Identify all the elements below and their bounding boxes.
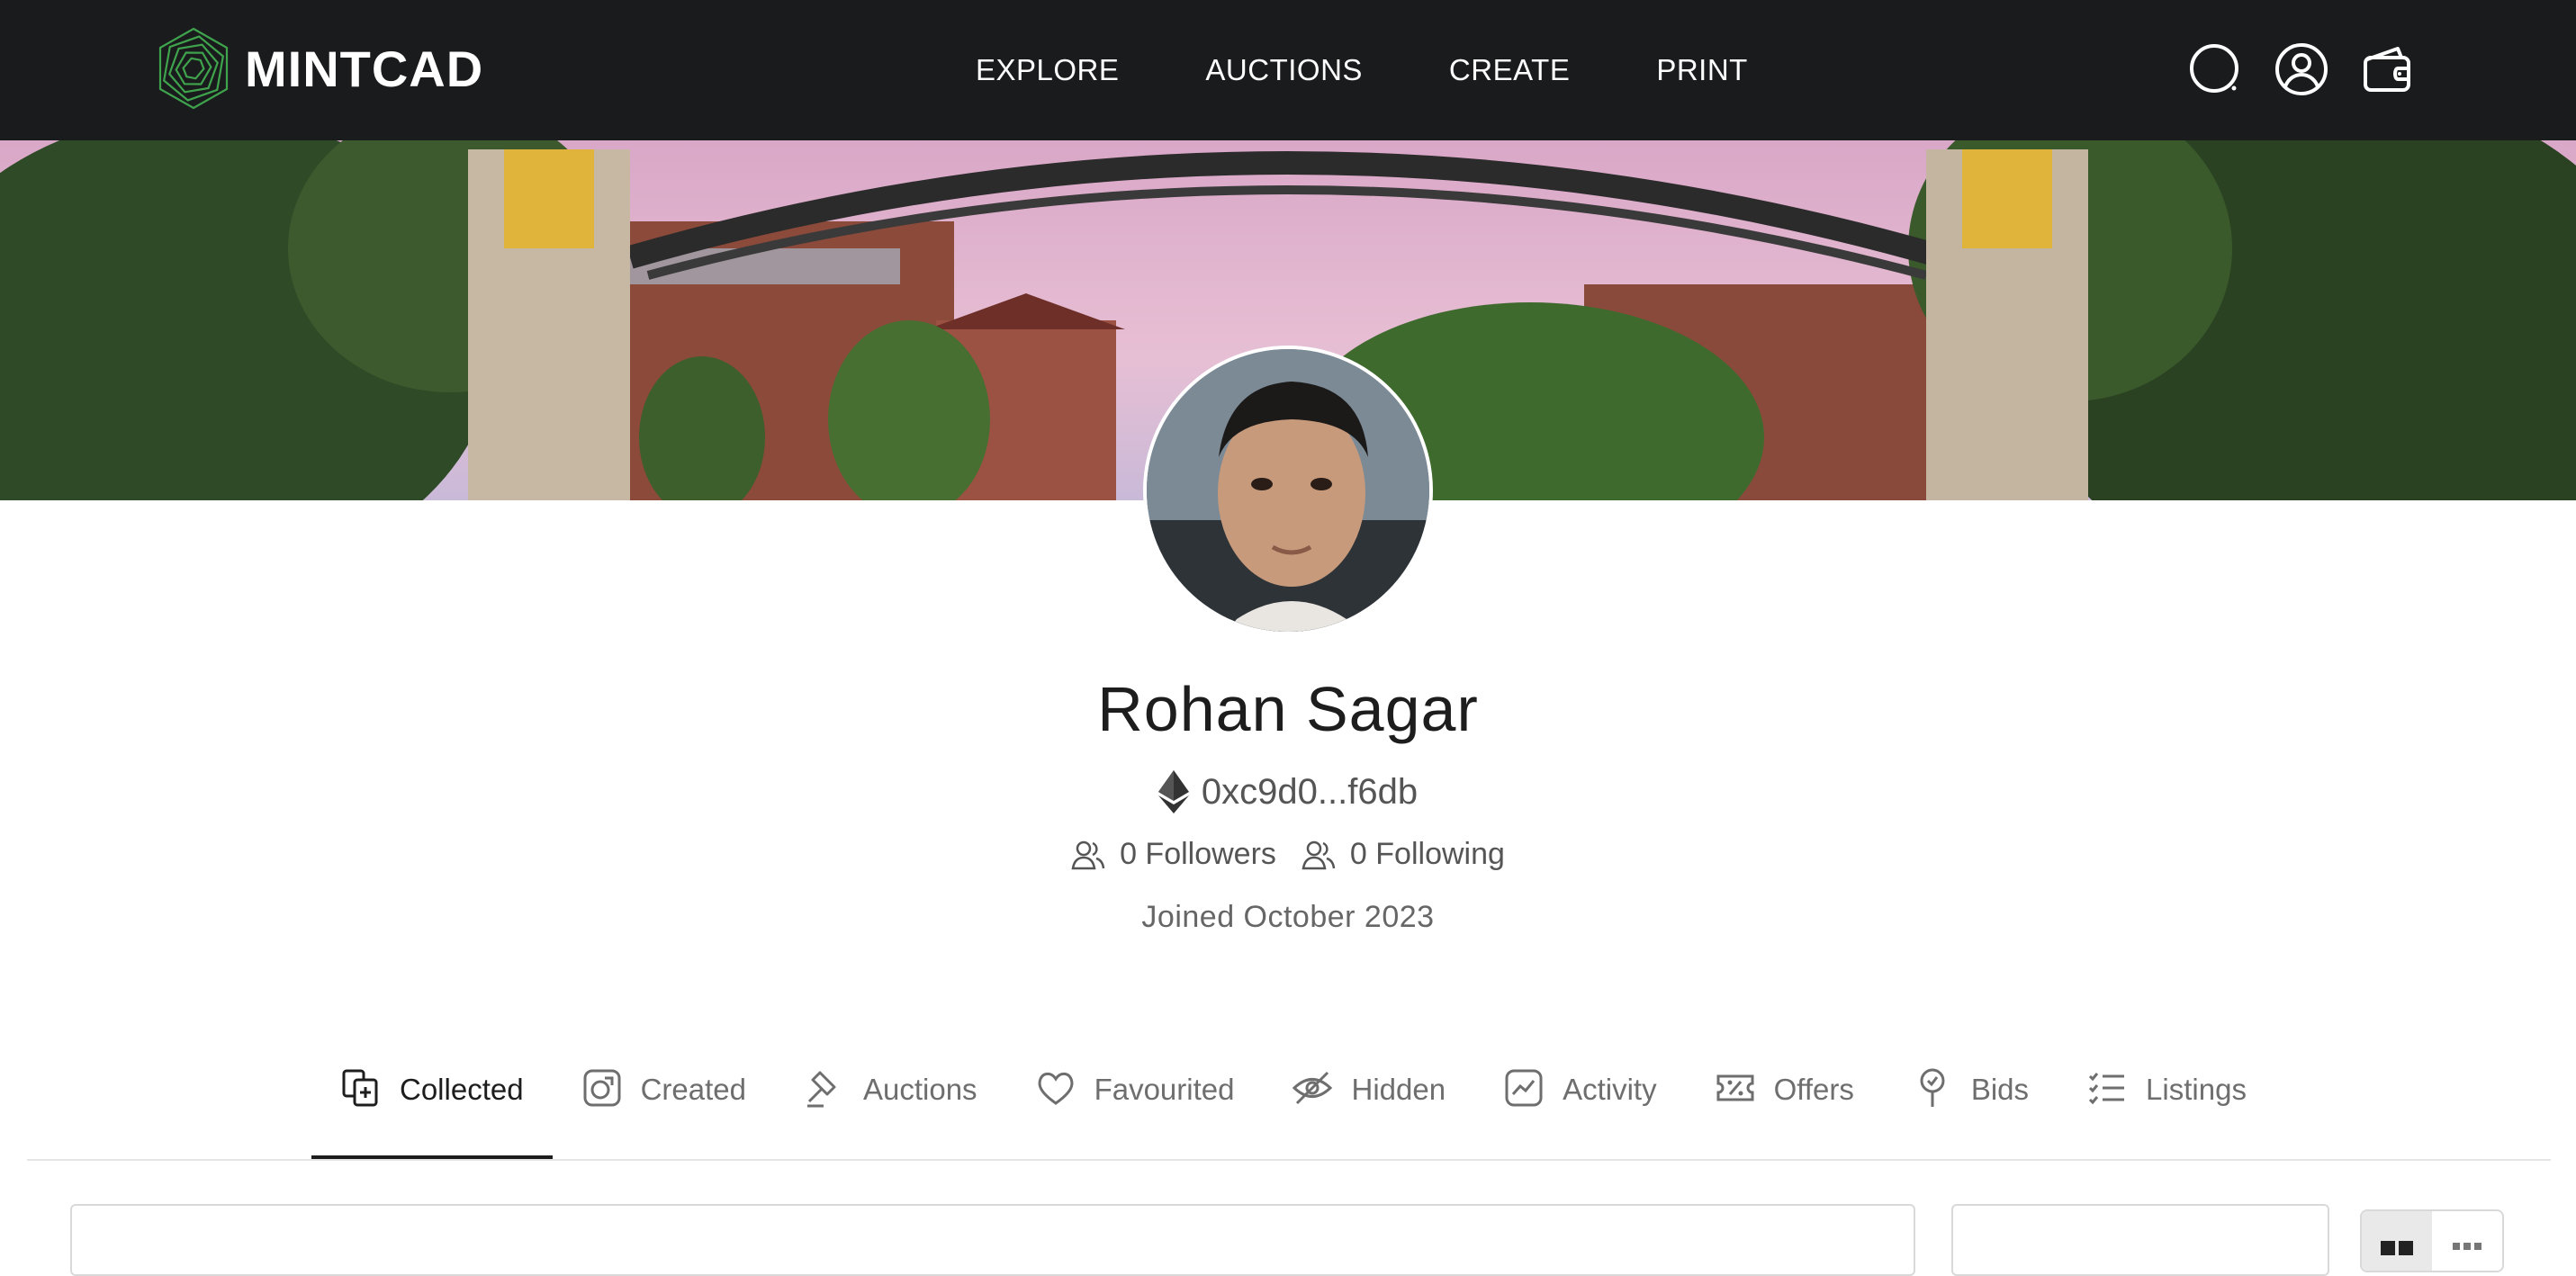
follow-stats: 0 Followers 0 Following [0, 837, 2576, 872]
profile-avatar[interactable] [1143, 346, 1433, 635]
brand-logo[interactable]: MINTCAD [155, 25, 483, 112]
tab-collected[interactable]: Collected [311, 1062, 553, 1159]
collected-icon [342, 1069, 378, 1107]
tab-label: Bids [1970, 1073, 2030, 1106]
wallet-address[interactable]: 0xc9d0...f6db [1202, 772, 1418, 813]
ethereum-icon [1157, 770, 1189, 813]
wallet-address-row: 0xc9d0...f6db [0, 770, 2576, 813]
view-toggle [2360, 1209, 2504, 1272]
following-link[interactable]: 0 Following [1302, 837, 1505, 872]
followers-link[interactable]: 0 Followers [1071, 837, 1276, 872]
nav-auctions[interactable]: AUCTIONS [1205, 53, 1363, 87]
top-navbar: MINTCAD EXPLORE AUCTIONS CREATE PRINT [0, 0, 2576, 140]
tab-auctions[interactable]: Auctions [775, 1062, 1006, 1159]
profile-tabs: Collected Created Auctions Favourited Hi… [311, 1062, 2275, 1159]
tab-label: Created [640, 1073, 746, 1106]
profile-name: Rohan Sagar [1097, 674, 1479, 744]
users-icon [1071, 840, 1105, 869]
tab-label: Activity [1563, 1073, 1657, 1106]
followers-count: 0 Followers [1120, 837, 1276, 871]
following-count: 0 Following [1349, 837, 1505, 871]
gavel-icon [806, 1071, 836, 1108]
brand-name: MINTCAD [245, 40, 484, 97]
tab-activity[interactable]: Activity [1474, 1062, 1686, 1159]
users-icon [1302, 840, 1336, 869]
bids-icon [1920, 1068, 1945, 1107]
tab-label: Hidden [1351, 1073, 1446, 1106]
grid-small-view-button[interactable] [2432, 1211, 2502, 1271]
tab-bids[interactable]: Bids [1883, 1062, 2058, 1159]
offers-icon [1716, 1074, 1754, 1101]
eye-off-icon [1293, 1071, 1333, 1105]
mintcad-logo-icon [158, 27, 229, 110]
tab-favourited[interactable]: Favourited [1006, 1062, 1264, 1159]
tab-offers[interactable]: Offers [1686, 1062, 1883, 1159]
tab-hidden[interactable]: Hidden [1263, 1062, 1474, 1159]
tab-created[interactable]: Created [553, 1062, 775, 1159]
joined-date: Joined October 2023 [1141, 900, 1435, 934]
grid-small-icon [2453, 1243, 2481, 1250]
created-icon [583, 1069, 621, 1107]
activity-icon [1505, 1069, 1543, 1107]
tab-listings[interactable]: Listings [2058, 1062, 2275, 1159]
header-actions [2158, 40, 2418, 99]
listings-icon [2088, 1073, 2125, 1105]
nav-explore[interactable]: EXPLORE [976, 53, 1119, 87]
wallet-icon[interactable] [2358, 40, 2418, 99]
tab-label: Favourited [1094, 1073, 1235, 1106]
avatar-photo [1147, 349, 1429, 632]
tabs-divider [27, 1159, 2551, 1161]
tab-label: Offers [1773, 1073, 1854, 1106]
tab-label: Auctions [862, 1073, 977, 1106]
sort-select[interactable] [1951, 1204, 2329, 1276]
tab-label: Listings [2146, 1073, 2247, 1106]
user-icon[interactable] [2272, 40, 2331, 99]
nav-create[interactable]: CREATE [1449, 53, 1570, 87]
main-nav: EXPLORE AUCTIONS CREATE PRINT [976, 0, 1834, 140]
grid-large-view-button[interactable] [2362, 1211, 2432, 1271]
search-input[interactable] [70, 1204, 1915, 1276]
nav-print[interactable]: PRINT [1656, 53, 1748, 87]
search-icon[interactable] [2185, 40, 2245, 99]
heart-icon [1038, 1072, 1074, 1105]
grid-large-icon [2381, 1241, 2413, 1255]
tab-label: Collected [400, 1073, 524, 1106]
